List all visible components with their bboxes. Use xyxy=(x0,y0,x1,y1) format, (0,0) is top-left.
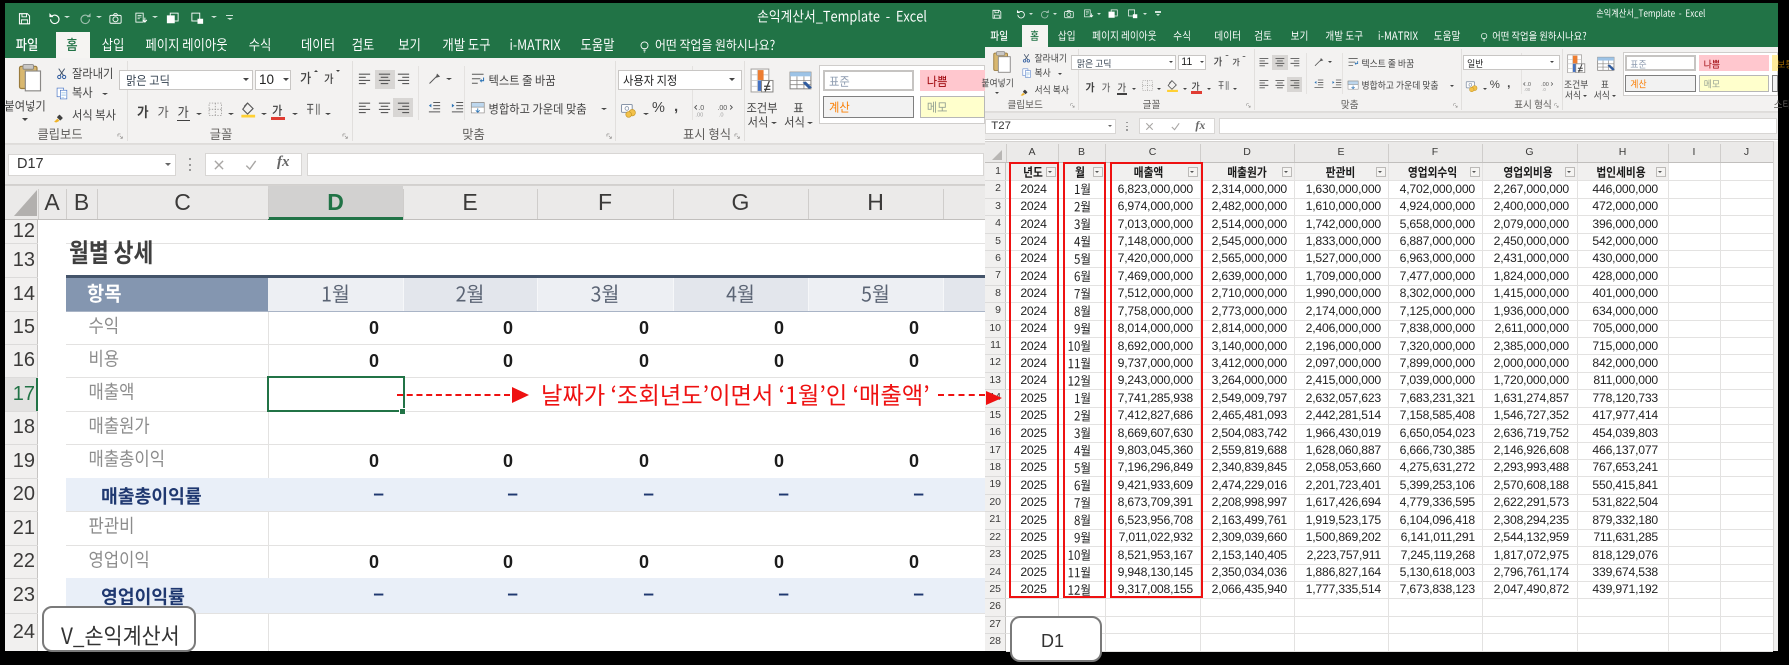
svg-text:.0: .0 xyxy=(1542,87,1546,92)
svg-text:.00: .00 xyxy=(717,104,727,112)
svg-text:.00: .00 xyxy=(1524,87,1531,92)
svg-text:.0: .0 xyxy=(698,104,704,112)
svg-text:.00: .00 xyxy=(695,112,703,117)
svg-text:.0: .0 xyxy=(719,112,724,117)
